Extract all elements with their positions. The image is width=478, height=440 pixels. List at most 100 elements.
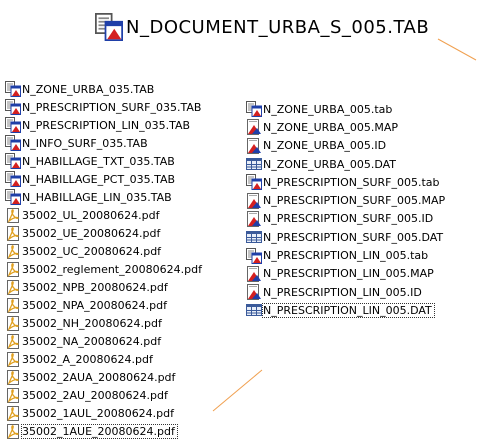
pdf-file-icon — [7, 352, 19, 367]
file-item[interactable]: 35002_UE_20080624.pdf — [5, 224, 202, 242]
file-item-label: N_PRESCRIPTION_SURF_005.ID — [263, 212, 434, 226]
file-item-label: N_PRESCRIPTION_LIN_005.MAP — [263, 267, 434, 281]
file-item-label: N_INFO_SURF_035.TAB — [22, 136, 148, 150]
file-item[interactable]: 35002_1AUL_20080624.pdf — [5, 404, 202, 422]
document-title[interactable]: N_DOCUMENT_URBA_S_005.TAB — [95, 10, 429, 44]
file-item[interactable]: N_ZONE_URBA_005.ID — [246, 137, 445, 155]
file-item[interactable]: N_PRESCRIPTION_LIN_035.TAB — [5, 116, 202, 134]
file-item[interactable]: N_HABILLAGE_LIN_035.TAB — [5, 188, 202, 206]
file-item[interactable]: N_INFO_SURF_035.TAB — [5, 134, 202, 152]
mapinfo-table-icon — [246, 174, 262, 191]
mapinfo-table-icon — [5, 153, 21, 169]
file-item-label: 35002_NPB_20080624.pdf — [22, 280, 168, 294]
file-item[interactable]: 35002_2AU_20080624.pdf — [5, 386, 202, 404]
mapinfo-table-icon — [5, 81, 21, 97]
file-item-label: N_HABILLAGE_TXT_035.TAB — [22, 154, 175, 168]
pdf-file-icon — [7, 262, 19, 277]
file-item[interactable]: N_PRESCRIPTION_SURF_005.tab — [246, 173, 445, 191]
file-item-label: N_ZONE_URBA_005.MAP — [263, 120, 399, 134]
file-item[interactable]: N_ZONE_URBA_035.TAB — [5, 80, 202, 98]
file-item[interactable]: 35002_NPA_20080624.pdf — [5, 296, 202, 314]
mapinfo-table-icon — [5, 171, 21, 187]
file-item-label: 35002_UC_20080624.pdf — [22, 244, 162, 258]
file-item-label: 35002_1AUE_20080624.pdf — [21, 423, 178, 439]
file-list-left: N_ZONE_URBA_035.TAB N_PRESCRIPTION_SURF_0… — [5, 80, 202, 440]
file-item[interactable]: N_PRESCRIPTION_SURF_005.MAP — [246, 191, 445, 209]
file-item-label: N_PRESCRIPTION_LIN_005.tab — [263, 249, 429, 263]
mapinfo-table-icon — [5, 117, 21, 133]
file-item[interactable]: 35002_1AUE_20080624.pdf — [5, 422, 202, 440]
file-item[interactable]: 35002_UC_20080624.pdf — [5, 242, 202, 260]
file-item[interactable]: N_PRESCRIPTION_LIN_005.tab — [246, 246, 445, 264]
pdf-file-icon — [7, 370, 19, 385]
map-file-icon — [247, 210, 261, 227]
file-item[interactable]: N_PRESCRIPTION_LIN_005.ID — [246, 283, 445, 301]
pdf-file-icon — [7, 388, 19, 403]
file-item[interactable]: 35002_NH_20080624.pdf — [5, 314, 202, 332]
file-item[interactable]: 35002_NPB_20080624.pdf — [5, 278, 202, 296]
file-item[interactable]: N_PRESCRIPTION_LIN_005.DAT — [246, 301, 445, 319]
map-file-icon — [247, 265, 261, 282]
file-item[interactable]: 35002_NA_20080624.pdf — [5, 332, 202, 350]
pdf-file-icon — [7, 406, 19, 421]
pdf-file-icon — [7, 316, 19, 331]
mapinfo-table-icon — [246, 101, 262, 118]
file-list-right: N_ZONE_URBA_005.tab N_ZONE_URBA_005.MAP N_… — [246, 100, 446, 320]
pdf-file-icon — [7, 280, 19, 295]
file-item-label: N_ZONE_URBA_005.ID — [263, 139, 387, 153]
document-title-label: N_DOCUMENT_URBA_S_005.TAB — [126, 16, 430, 38]
file-item[interactable]: N_PRESCRIPTION_SURF_005.DAT — [246, 228, 445, 246]
mapinfo-table-icon — [5, 135, 21, 151]
file-item[interactable]: N_PRESCRIPTION_SURF_005.ID — [246, 210, 445, 228]
mapinfo-table-icon — [5, 189, 21, 205]
file-item[interactable]: 35002_A_20080624.pdf — [5, 350, 202, 368]
file-item-label: N_HABILLAGE_PCT_035.TAB — [22, 172, 176, 186]
file-item[interactable]: N_HABILLAGE_PCT_035.TAB — [5, 170, 202, 188]
pdf-file-icon — [7, 244, 19, 259]
file-item-label: 35002_2AU_20080624.pdf — [22, 388, 168, 402]
pdf-file-icon — [7, 424, 19, 439]
file-item[interactable]: N_ZONE_URBA_005.MAP — [246, 118, 445, 136]
file-item-label: 35002_1AUL_20080624.pdf — [22, 406, 175, 420]
file-item-label: N_PRESCRIPTION_LIN_005.DAT — [262, 302, 435, 318]
file-item-label: 35002_2AUA_20080624.pdf — [22, 370, 176, 384]
pdf-file-icon — [7, 298, 19, 313]
file-item-label: N_HABILLAGE_LIN_035.TAB — [22, 190, 172, 204]
map-file-icon — [247, 284, 261, 301]
file-item-label: N_PRESCRIPTION_SURF_005.MAP — [263, 194, 446, 208]
file-item-label: 35002_reglement_20080624.pdf — [22, 262, 202, 276]
pdf-file-icon — [7, 226, 19, 241]
map-file-icon — [247, 192, 261, 209]
file-item[interactable]: N_PRESCRIPTION_LIN_005.MAP — [246, 265, 445, 283]
file-item[interactable]: 35002_UL_20080624.pdf — [5, 206, 202, 224]
map-file-icon — [247, 119, 261, 136]
file-item[interactable]: N_ZONE_URBA_005.tab — [246, 100, 445, 118]
dat-file-icon — [246, 158, 262, 171]
file-item-label: 35002_UL_20080624.pdf — [22, 208, 160, 222]
file-item-label: N_PRESCRIPTION_SURF_005.DAT — [263, 230, 444, 244]
file-item-label: N_PRESCRIPTION_SURF_005.tab — [263, 175, 440, 189]
file-item-label: 35002_UE_20080624.pdf — [22, 226, 161, 240]
file-item-label: 35002_NH_20080624.pdf — [22, 316, 162, 330]
file-item-label: N_ZONE_URBA_005.DAT — [263, 157, 397, 171]
mapinfo-table-icon — [95, 13, 123, 41]
file-item-label: N_PRESCRIPTION_LIN_035.TAB — [22, 118, 191, 132]
dat-file-icon — [246, 231, 262, 244]
file-item[interactable]: N_PRESCRIPTION_SURF_035.TAB — [5, 98, 202, 116]
file-item-label: N_PRESCRIPTION_LIN_005.ID — [263, 285, 422, 299]
mapinfo-table-icon — [5, 99, 21, 115]
file-item-label: N_ZONE_URBA_005.tab — [263, 102, 393, 116]
file-item-label: 35002_NPA_20080624.pdf — [22, 298, 167, 312]
file-item[interactable]: 35002_reglement_20080624.pdf — [5, 260, 202, 278]
file-item-label: 35002_A_20080624.pdf — [22, 352, 153, 366]
list-connector-line — [212, 369, 263, 412]
file-item-label: N_PRESCRIPTION_SURF_035.TAB — [22, 100, 202, 114]
file-item[interactable]: N_HABILLAGE_TXT_035.TAB — [5, 152, 202, 170]
file-item-label: 35002_NA_20080624.pdf — [22, 334, 162, 348]
pdf-file-icon — [7, 334, 19, 349]
file-item[interactable]: 35002_2AUA_20080624.pdf — [5, 368, 202, 386]
map-file-icon — [247, 137, 261, 154]
title-connector-line — [437, 38, 477, 61]
pdf-file-icon — [7, 208, 19, 223]
file-item[interactable]: N_ZONE_URBA_005.DAT — [246, 155, 445, 173]
